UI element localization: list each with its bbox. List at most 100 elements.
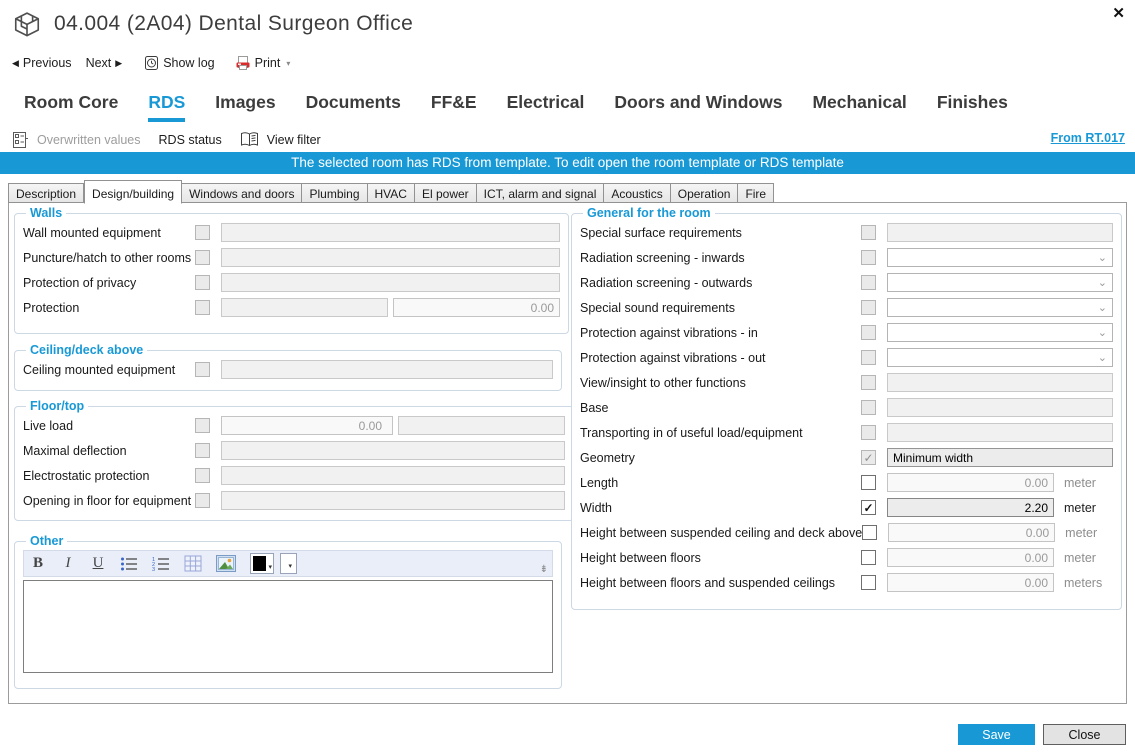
subtab-plumbing[interactable]: Plumbing <box>302 183 367 203</box>
close-icon[interactable]: ✕ <box>1112 4 1125 22</box>
protection-of-privacy-input[interactable] <box>221 273 560 292</box>
tab-rds[interactable]: RDS <box>148 92 185 122</box>
height-floors-ceilings-checkbox[interactable] <box>861 575 876 590</box>
editor-dropdown-button[interactable]: ▾ <box>280 553 297 574</box>
tab-room-core[interactable]: Room Core <box>24 92 118 122</box>
electrostatic-protection-input[interactable] <box>221 466 565 485</box>
live-load-input[interactable] <box>398 416 565 435</box>
view-filter-button[interactable]: View filter <box>267 133 321 147</box>
special-surface-input[interactable] <box>887 223 1113 242</box>
print-button[interactable]: Print ▾ <box>235 55 291 71</box>
tab-documents[interactable]: Documents <box>306 92 401 122</box>
print-dropdown-icon[interactable]: ▾ <box>286 59 290 68</box>
maximal-deflection-input[interactable] <box>221 441 565 460</box>
insert-image-button[interactable] <box>216 555 236 572</box>
subtab-el-power[interactable]: El power <box>415 183 477 203</box>
length-checkbox[interactable] <box>861 475 876 490</box>
rds-subtab-bar: Description Design/building Windows and … <box>8 179 774 203</box>
special-surface-checkbox[interactable] <box>861 225 876 240</box>
vibrations-out-select[interactable]: ⌄ <box>887 348 1113 367</box>
save-button[interactable]: Save <box>958 724 1035 745</box>
rds-sub-toolbar: Overwritten values RDS status View filte… <box>12 129 321 150</box>
numbered-list-button[interactable]: 1 2 3 <box>152 556 170 572</box>
next-button[interactable]: Next ▶ <box>86 56 123 70</box>
protection-of-privacy-checkbox[interactable] <box>195 275 210 290</box>
radiation-outwards-checkbox[interactable] <box>861 275 876 290</box>
italic-button[interactable]: I <box>60 555 76 572</box>
subtab-operation[interactable]: Operation <box>671 183 739 203</box>
transporting-checkbox[interactable] <box>861 425 876 440</box>
special-surface-row: Special surface requirements <box>580 220 1113 245</box>
field-label: Base <box>580 401 861 415</box>
special-sound-checkbox[interactable] <box>861 300 876 315</box>
subtab-fire[interactable]: Fire <box>738 183 774 203</box>
insert-table-button[interactable] <box>184 555 202 572</box>
height-floors-checkbox[interactable] <box>861 550 876 565</box>
width-input[interactable] <box>887 498 1054 517</box>
live-load-number-input[interactable] <box>221 416 393 435</box>
overwritten-values-label[interactable]: Overwritten values <box>37 133 141 147</box>
ceiling-mounted-equipment-checkbox[interactable] <box>195 362 210 377</box>
from-template-link[interactable]: From RT.017 <box>1051 131 1125 145</box>
other-notes-textarea[interactable] <box>23 580 553 673</box>
underline-button[interactable]: U <box>90 555 106 572</box>
wall-mounted-equipment-checkbox[interactable] <box>195 225 210 240</box>
view-insight-input[interactable] <box>887 373 1113 392</box>
vibrations-in-checkbox[interactable] <box>861 325 876 340</box>
field-label: Protection against vibrations - in <box>580 326 861 340</box>
puncture-hatch-input[interactable] <box>221 248 560 267</box>
height-floors-input[interactable] <box>887 548 1054 567</box>
height-ceiling-deck-checkbox[interactable] <box>862 525 877 540</box>
base-checkbox[interactable] <box>861 400 876 415</box>
field-label: Ceiling mounted equipment <box>23 363 195 377</box>
tab-doors-windows[interactable]: Doors and Windows <box>614 92 782 122</box>
editor-resize-icon[interactable]: ⇟ <box>540 564 548 575</box>
geometry-input[interactable] <box>887 448 1113 467</box>
base-input[interactable] <box>887 398 1113 417</box>
electrostatic-protection-checkbox[interactable] <box>195 468 210 483</box>
subtab-design-building[interactable]: Design/building <box>84 180 182 204</box>
view-insight-checkbox[interactable] <box>861 375 876 390</box>
radiation-inwards-checkbox[interactable] <box>861 250 876 265</box>
width-checkbox[interactable]: ✓ <box>861 500 876 515</box>
subtab-description[interactable]: Description <box>8 183 84 203</box>
puncture-hatch-checkbox[interactable] <box>195 250 210 265</box>
opening-in-floor-input[interactable] <box>221 491 565 510</box>
tab-finishes[interactable]: Finishes <box>937 92 1008 122</box>
subtab-acoustics[interactable]: Acoustics <box>604 183 670 203</box>
wall-mounted-equipment-row: Wall mounted equipment <box>23 220 560 245</box>
opening-in-floor-checkbox[interactable] <box>195 493 210 508</box>
bold-button[interactable]: B <box>30 555 46 572</box>
special-sound-select[interactable]: ⌄ <box>887 298 1113 317</box>
geometry-checkbox[interactable]: ✓ <box>861 450 876 465</box>
radiation-inwards-select[interactable]: ⌄ <box>887 248 1113 267</box>
show-log-button[interactable]: Show log <box>144 55 214 71</box>
subtab-hvac[interactable]: HVAC <box>368 183 415 203</box>
ceiling-mounted-equipment-input[interactable] <box>221 360 553 379</box>
bullet-list-button[interactable] <box>120 556 138 572</box>
height-ceiling-deck-input[interactable] <box>888 523 1055 542</box>
maximal-deflection-checkbox[interactable] <box>195 443 210 458</box>
tab-electrical[interactable]: Electrical <box>507 92 585 122</box>
vibrations-in-select[interactable]: ⌄ <box>887 323 1113 342</box>
radiation-outwards-select[interactable]: ⌄ <box>887 273 1113 292</box>
vibrations-out-checkbox[interactable] <box>861 350 876 365</box>
tab-mechanical[interactable]: Mechanical <box>812 92 906 122</box>
live-load-checkbox[interactable] <box>195 418 210 433</box>
subtab-ict-alarm-signal[interactable]: ICT, alarm and signal <box>477 183 605 203</box>
tab-images[interactable]: Images <box>215 92 275 122</box>
height-floors-ceilings-input[interactable] <box>887 573 1054 592</box>
wall-mounted-equipment-input[interactable] <box>221 223 560 242</box>
protection-row: Protection <box>23 295 560 320</box>
subtab-windows-doors[interactable]: Windows and doors <box>182 183 302 203</box>
protection-input[interactable] <box>221 298 388 317</box>
protection-number-input[interactable] <box>393 298 560 317</box>
font-color-button[interactable]: ▾ <box>250 553 274 574</box>
rds-status-button[interactable]: RDS status <box>159 133 222 147</box>
transporting-input[interactable] <box>887 423 1113 442</box>
protection-checkbox[interactable] <box>195 300 210 315</box>
close-button[interactable]: Close <box>1043 724 1126 745</box>
tab-ffe[interactable]: FF&E <box>431 92 477 122</box>
length-input[interactable] <box>887 473 1054 492</box>
previous-button[interactable]: ◀ Previous <box>12 56 72 70</box>
